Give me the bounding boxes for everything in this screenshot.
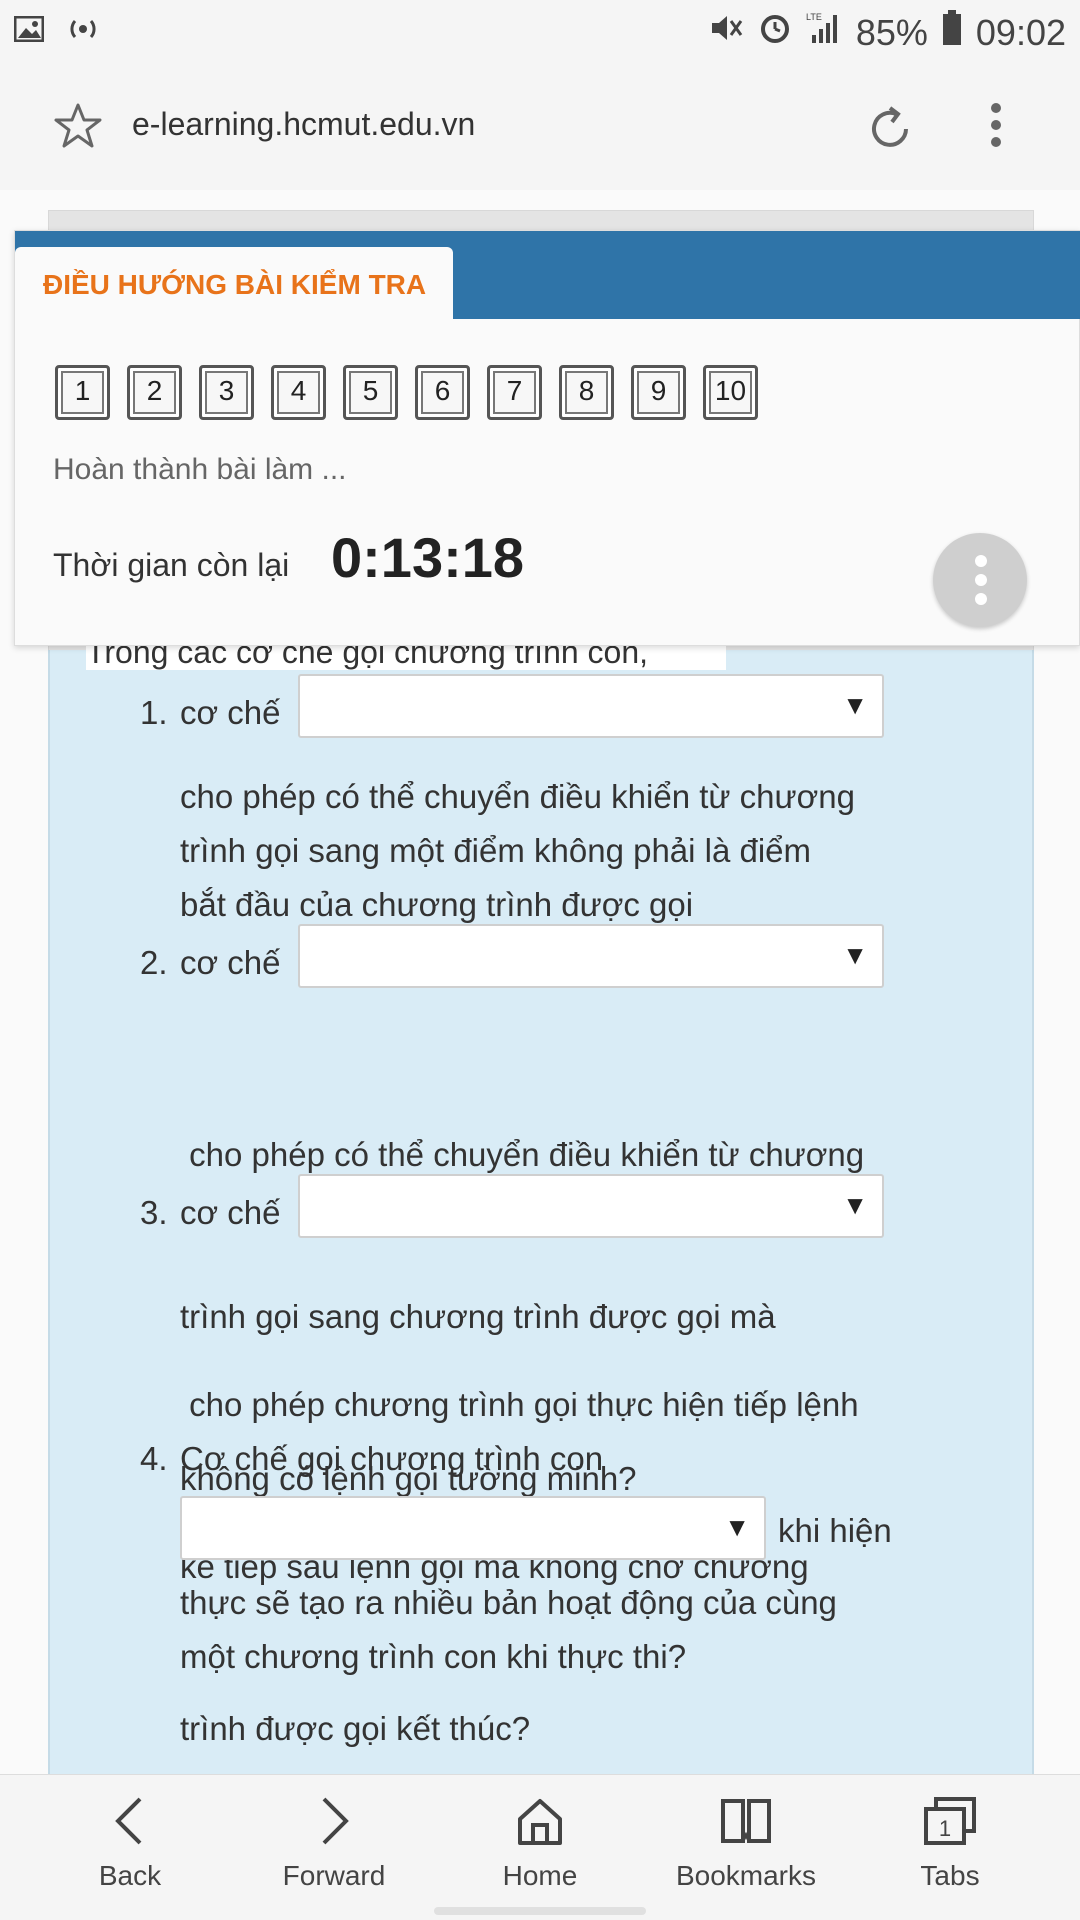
question-button-4[interactable]: 4 bbox=[271, 365, 326, 420]
chevron-down-icon: ▼ bbox=[724, 1512, 750, 1542]
text-line: một chương trình con khi thực thi? bbox=[180, 1638, 687, 1675]
mute-icon bbox=[708, 11, 744, 54]
question-button-6[interactable]: 6 bbox=[415, 365, 470, 420]
chevron-down-icon: ▼ bbox=[842, 690, 868, 720]
question-number-buttons: 1 2 3 4 5 6 7 8 9 10 bbox=[55, 365, 758, 420]
question-button-7[interactable]: 7 bbox=[487, 365, 542, 420]
question-intro-text: Trong các cơ chế gọi chương trình con, bbox=[86, 642, 649, 670]
bookmarks-label: Bookmarks bbox=[675, 1860, 817, 1891]
home-label: Home bbox=[502, 1860, 578, 1891]
forward-button[interactable]: Forward bbox=[244, 1795, 424, 1892]
more-dot bbox=[975, 593, 987, 605]
question-number: 4. bbox=[140, 1440, 168, 1477]
quiz-navigation-title: ĐIỀU HƯỚNG BÀI KIỂM TRA bbox=[43, 269, 427, 300]
question-prefix: cơ chế bbox=[180, 1194, 281, 1231]
battery-icon bbox=[942, 10, 962, 55]
text-line: cho phép có thể chuyển điều khiển từ chư… bbox=[180, 778, 855, 815]
question-prefix: cơ chế bbox=[180, 694, 281, 731]
more-dot bbox=[975, 555, 987, 567]
answer-select-3[interactable]: ▼ bbox=[298, 1174, 884, 1238]
image-notification-icon bbox=[13, 15, 45, 47]
finish-attempt-link[interactable]: Hoàn thành bài làm ... bbox=[53, 453, 347, 487]
time-left-label: Thời gian còn lại bbox=[53, 547, 290, 583]
back-icon bbox=[115, 1797, 142, 1845]
forward-icon bbox=[322, 1797, 349, 1845]
battery-percent: 85% bbox=[855, 11, 928, 53]
forward-label: Forward bbox=[282, 1860, 386, 1891]
text-line: thực sẽ tạo ra nhiều bản hoạt động của c… bbox=[180, 1584, 837, 1621]
question-suffix: khi hiện bbox=[778, 1512, 892, 1549]
question-prefix: Cơ chế gọi chương trình con bbox=[180, 1440, 604, 1477]
browser-menu-icon[interactable] bbox=[988, 100, 1004, 155]
quiz-navigation-header: ĐIỀU HƯỚNG BÀI KIỂM TRA bbox=[15, 231, 1080, 319]
question-button-3[interactable]: 3 bbox=[199, 365, 254, 420]
more-options-button[interactable] bbox=[933, 533, 1027, 627]
tabs-button[interactable]: 1 Tabs bbox=[860, 1795, 1040, 1892]
text-line: trình được gọi kết thúc? bbox=[180, 1710, 531, 1747]
bookmark-star-icon[interactable] bbox=[54, 102, 102, 153]
question-text-1: cho phép có thể chuyển điều khiển từ chư… bbox=[180, 770, 1000, 932]
status-bar: LTE 85% 09:02 bbox=[0, 0, 1080, 62]
chevron-down-icon: ▼ bbox=[842, 940, 868, 970]
question-button-8[interactable]: 8 bbox=[559, 365, 614, 420]
tabs-icon: 1 bbox=[924, 1797, 976, 1845]
question-button-10[interactable]: 10 bbox=[703, 365, 758, 420]
time-left-value: 0:13:18 bbox=[331, 526, 525, 589]
gesture-handle[interactable] bbox=[434, 1907, 646, 1915]
answer-select-4[interactable]: ▼ bbox=[180, 1496, 766, 1560]
bookmarks-button[interactable]: Bookmarks bbox=[656, 1795, 836, 1892]
answer-select-1[interactable]: ▼ bbox=[298, 674, 884, 738]
question-button-9[interactable]: 9 bbox=[631, 365, 686, 420]
quiz-navigation-panel: ĐIỀU HƯỚNG BÀI KIỂM TRA 1 2 3 4 5 6 7 8 … bbox=[14, 230, 1080, 646]
quiz-navigation-tab[interactable]: ĐIỀU HƯỚNG BÀI KIỂM TRA bbox=[15, 247, 453, 319]
question-button-2[interactable]: 2 bbox=[127, 365, 182, 420]
alarm-icon bbox=[758, 11, 792, 54]
answer-select-2[interactable]: ▼ bbox=[298, 924, 884, 988]
back-label: Back bbox=[98, 1860, 162, 1891]
tabs-label: Tabs bbox=[920, 1860, 980, 1891]
question-number: 3. bbox=[140, 1194, 168, 1231]
text-line: cho phép chương trình gọi thực hiện tiếp… bbox=[180, 1386, 859, 1423]
question-button-5[interactable]: 5 bbox=[343, 365, 398, 420]
question-area: 1. cơ chế ▼ cho phép có thể chuyển điều … bbox=[48, 650, 1034, 1774]
question-intro-cut: Trong các cơ chế gọi chương trình con, bbox=[86, 642, 726, 670]
clock: 09:02 bbox=[975, 11, 1066, 53]
browser-url-bar: e-learning.hcmut.edu.vn bbox=[0, 62, 1080, 190]
question-button-1[interactable]: 1 bbox=[55, 365, 110, 420]
bookmarks-icon bbox=[721, 1799, 771, 1843]
signal-icon: LTE bbox=[806, 11, 842, 54]
browser-bottom-bar: Back Forward Home Bookmarks 1 Tabs bbox=[0, 1774, 1080, 1920]
question-number: 2. bbox=[140, 944, 168, 981]
question-number: 1. bbox=[140, 694, 168, 731]
svg-text:1: 1 bbox=[939, 1816, 951, 1841]
question-text-4: thực sẽ tạo ra nhiều bản hoạt động của c… bbox=[180, 1576, 1020, 1684]
more-dot bbox=[975, 574, 987, 586]
text-line: trình gọi sang một điểm không phải là đi… bbox=[180, 832, 812, 869]
question-prefix: cơ chế bbox=[180, 944, 281, 981]
home-button[interactable]: Home bbox=[450, 1795, 630, 1892]
hotspot-icon bbox=[66, 14, 100, 49]
reload-icon[interactable] bbox=[866, 104, 916, 159]
svg-text:LTE: LTE bbox=[806, 12, 822, 22]
chevron-down-icon: ▼ bbox=[842, 1190, 868, 1220]
back-button[interactable]: Back bbox=[40, 1795, 220, 1892]
url-text[interactable]: e-learning.hcmut.edu.vn bbox=[132, 106, 475, 143]
home-icon bbox=[518, 1799, 562, 1845]
